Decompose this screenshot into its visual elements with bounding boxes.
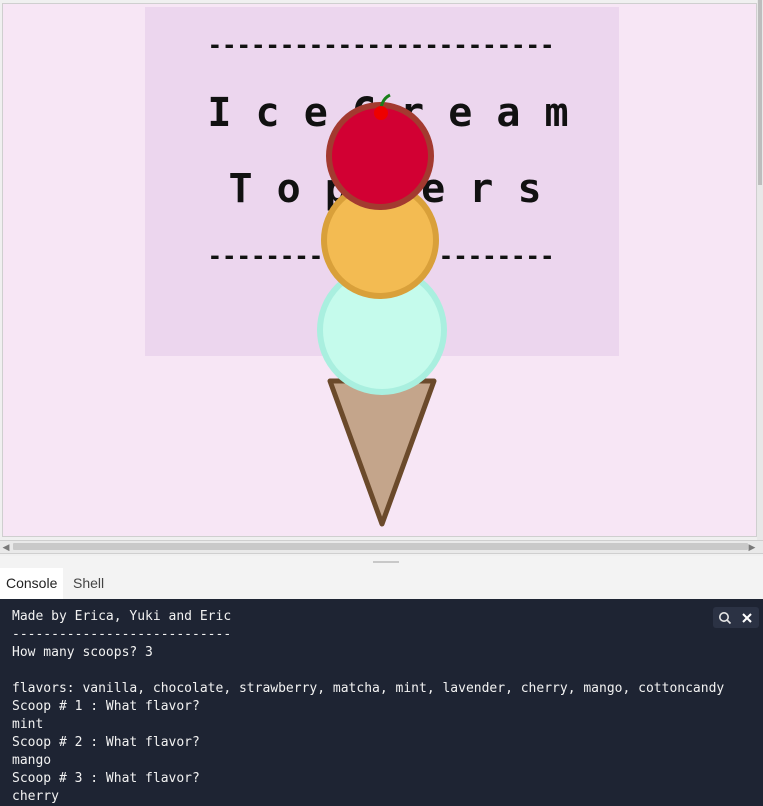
console-line: cherry <box>12 789 59 804</box>
vertical-scrollbar[interactable] <box>757 0 763 540</box>
close-icon[interactable] <box>736 607 758 628</box>
turtle-canvas-panel: ------------------------ I c e C r e a m… <box>0 0 763 556</box>
console-line: mint <box>12 717 44 732</box>
horizontal-scrollbar[interactable]: ◀ ▶ <box>0 540 763 554</box>
console-line: mango <box>12 753 52 768</box>
console-line: flavors: vanilla, chocolate, strawberry,… <box>12 681 725 696</box>
console-line: Scoop # 1 : What flavor? <box>12 699 200 714</box>
console-toolbar <box>713 607 759 628</box>
console-line: Scoop # 2 : What flavor? <box>12 735 200 750</box>
tab-console[interactable]: Console <box>0 568 64 599</box>
console-output[interactable]: Made by Erica, Yuki and Eric -----------… <box>0 599 763 806</box>
console-line: ---------------------------- <box>12 627 232 642</box>
search-icon[interactable] <box>714 607 736 628</box>
console-tabs: Console Shell <box>0 568 763 599</box>
console-line: Made by Erica, Yuki and Eric <box>12 609 232 624</box>
cherry-topping <box>374 106 388 120</box>
console-lines: Made by Erica, Yuki and Eric -----------… <box>12 608 724 806</box>
horizontal-scrollbar-thumb[interactable] <box>13 543 748 550</box>
tab-shell[interactable]: Shell <box>67 568 110 599</box>
cherry-scoop <box>326 102 434 210</box>
scroll-right-icon[interactable]: ▶ <box>746 541 758 553</box>
splitter-grip[interactable] <box>373 561 399 563</box>
ice-cream-drawing: ------------------------ I c e C r e a m… <box>3 4 756 536</box>
console-line: How many scoops? 3 <box>12 645 153 660</box>
banner-line-top: ------------------------ <box>208 31 555 59</box>
turtle-canvas[interactable]: ------------------------ I c e C r e a m… <box>2 3 757 537</box>
scroll-left-icon[interactable]: ◀ <box>0 541 12 553</box>
console-line: Scoop # 3 : What flavor? <box>12 771 200 786</box>
vertical-scrollbar-thumb[interactable] <box>758 0 762 185</box>
panel-splitter[interactable] <box>0 556 763 568</box>
